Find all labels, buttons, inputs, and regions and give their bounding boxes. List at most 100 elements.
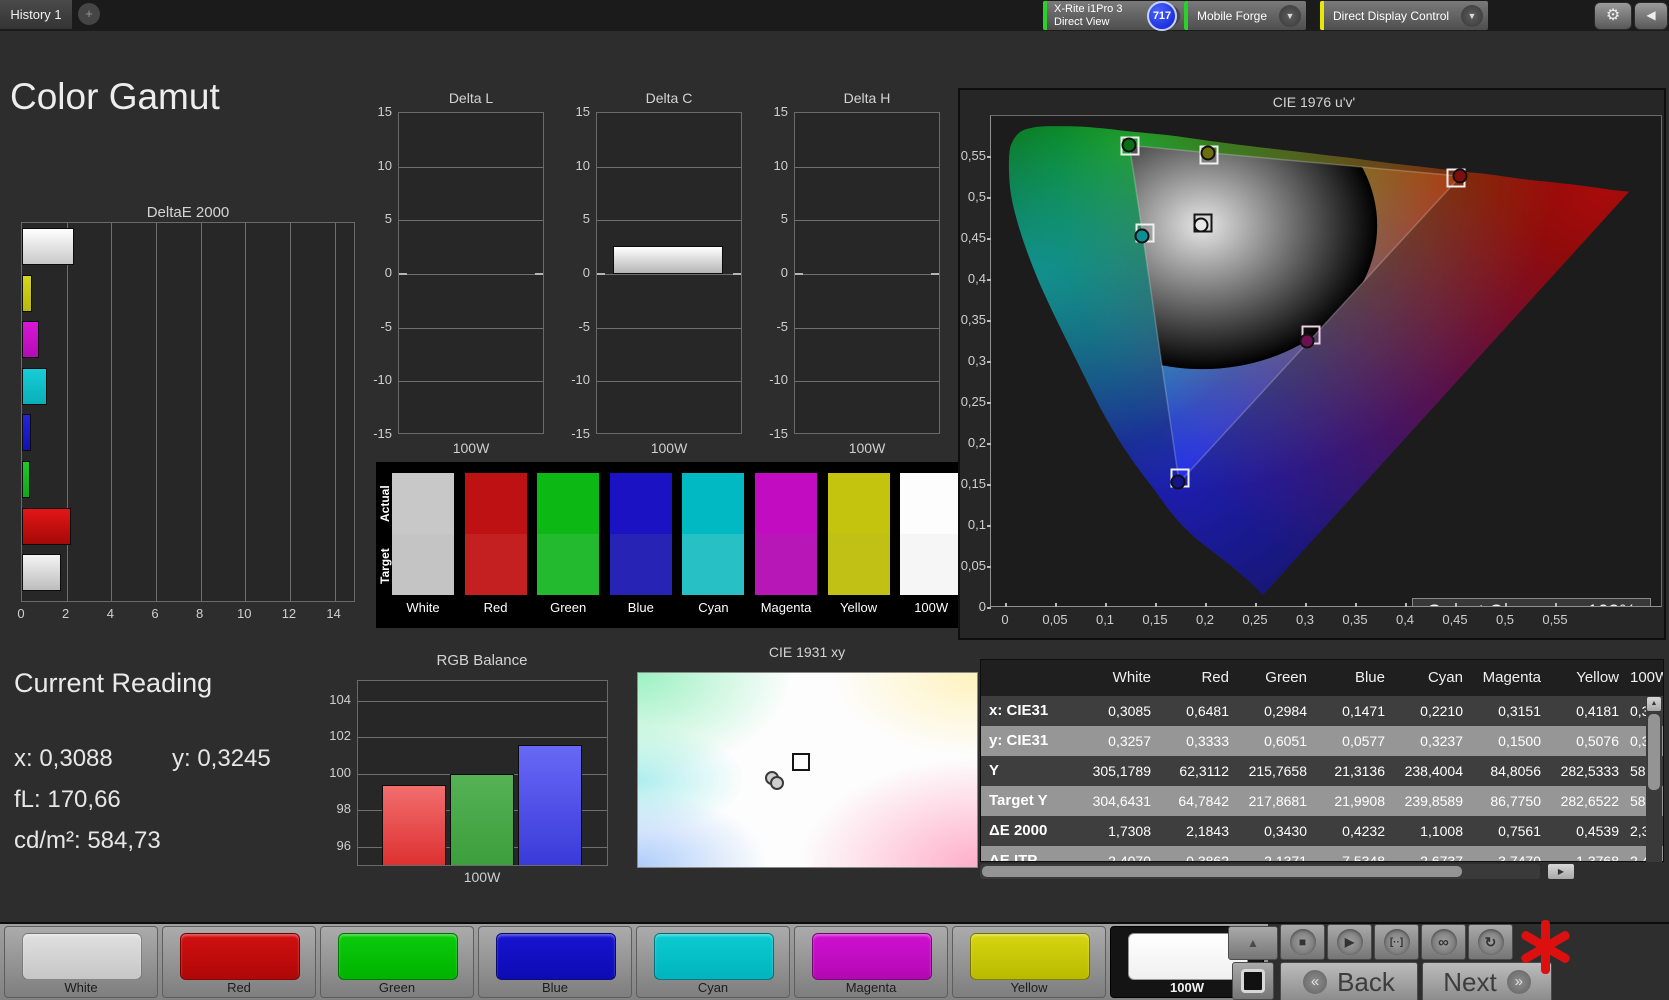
current-reading-title: Current Reading (14, 668, 213, 698)
source-dropdown[interactable]: Mobile Forge ▼ (1184, 1, 1306, 30)
single-measure-button[interactable]: [··] (1374, 924, 1419, 960)
tab-history[interactable]: History 1 (0, 0, 72, 29)
pattern-button-red[interactable]: Red (162, 926, 316, 998)
vertical-scroll-thumb[interactable] (1648, 714, 1660, 790)
pattern-window-button[interactable] (1232, 962, 1274, 1000)
table-cell: 7,5348 (1342, 853, 1385, 862)
gridline (111, 223, 113, 601)
pattern-button-yellow[interactable]: Yellow (952, 926, 1106, 998)
pattern-button-white[interactable]: White (4, 926, 158, 998)
continuous-measure-button[interactable]: ∞ (1421, 924, 1466, 960)
pattern-button-magenta[interactable]: Magenta (794, 926, 948, 998)
x-tick-label: 6 (151, 606, 159, 621)
row-label: ΔE ITP (989, 852, 1038, 862)
table-row: Y 305,1789 62,3112 215,7658 21,3136 238,4004 8… (981, 756, 1663, 786)
table-vertical-scrollbar[interactable]: ▲ (1646, 696, 1662, 862)
deltae-bar-red (22, 507, 71, 545)
pattern-swatch (180, 933, 300, 980)
add-tab-button[interactable]: + (78, 3, 100, 25)
cie1976-x-tick: 0,45 (1442, 612, 1468, 627)
rgb-y-tick: 100 (329, 764, 351, 780)
pattern-up-button[interactable]: ▲ (1228, 926, 1278, 960)
table-cell: 304,6431 (1092, 793, 1151, 809)
x-tick-label: 12 (281, 606, 297, 621)
tick (987, 607, 991, 609)
pattern-button-label: Yellow (1010, 980, 1048, 995)
stop-button[interactable]: ■ (1280, 924, 1325, 960)
swatch-white (392, 473, 454, 595)
play-button[interactable]: ▶ (1327, 924, 1372, 960)
chevron-left-icon: « (1303, 970, 1328, 994)
gridline (155, 223, 157, 601)
swatch-green (537, 473, 600, 595)
gear-icon[interactable]: ⚙ (1594, 2, 1632, 30)
cie1976-x-tick: 0,3 (1295, 612, 1315, 627)
gridline (399, 274, 543, 275)
scroll-right-icon[interactable]: ▶ (1548, 864, 1574, 879)
pattern-button-blue[interactable]: Blue (478, 926, 632, 998)
refresh-button[interactable]: ↻ (1468, 924, 1513, 960)
table-cell: 0,3085 (1108, 703, 1151, 719)
tick (987, 238, 991, 240)
x-tick-label: 4 (106, 606, 114, 621)
table-cell: 305,1789 (1092, 763, 1151, 779)
delta-h-chart (794, 112, 940, 434)
white-measured-marker (1193, 217, 1209, 233)
back-button[interactable]: « Back (1280, 962, 1418, 1000)
pattern-button-green[interactable]: Green (320, 926, 474, 998)
zero-tick (535, 273, 543, 275)
deltae-bar-white (22, 554, 61, 592)
triangle-up-icon: ▲ (1247, 936, 1259, 950)
y-tick-label: 5 (582, 211, 590, 227)
meter-dropdown-label: X-Rite i1Pro 3 Direct View (1054, 2, 1123, 28)
pattern-button-cyan[interactable]: Cyan (636, 926, 790, 998)
cie1976-x-tick: 0 (1001, 612, 1009, 627)
swatch-label: Magenta (760, 600, 812, 615)
y-tick-label: 5 (384, 211, 392, 227)
swatch-label: 100W (914, 600, 949, 615)
page-title: Color Gamut (10, 76, 220, 117)
reading-fl: fL: 170,66 (14, 786, 121, 813)
table-cell: 0,2210 (1420, 703, 1463, 719)
meter-count-badge: 717 (1147, 1, 1177, 31)
gridline (795, 220, 939, 222)
y-tick-label: 10 (575, 157, 590, 173)
deltae-bar-green (22, 461, 30, 498)
table-cell: 0,3430 (1264, 823, 1307, 839)
x-tick-label: 0 (17, 606, 25, 621)
zero-tick (795, 273, 803, 275)
swatch-actual (464, 473, 527, 534)
swatch-100w (900, 473, 963, 595)
table-cell: 2,4070 (1108, 853, 1151, 862)
table-cell: 0,3257 (1108, 733, 1151, 749)
table-cell: 0,0577 (1342, 733, 1385, 749)
zero-tick (597, 273, 605, 275)
cie1976-x-tick: 0,15 (1142, 612, 1168, 627)
scroll-up-icon[interactable]: ▲ (1647, 697, 1661, 711)
pattern-bar: White Red Green Blue Cyan Magenta Yellow 100W ▲… (0, 922, 1669, 1000)
tick (1105, 603, 1107, 607)
swatch-actual (755, 473, 817, 534)
cie1976-x-tick: 0,5 (1495, 612, 1515, 627)
deltae-bar-cyan (22, 367, 47, 405)
swatch-label: Cyan (698, 600, 729, 615)
gridline (795, 274, 939, 275)
column-header: Blue (1354, 669, 1385, 686)
table-cell: 86,7750 (1490, 793, 1541, 809)
collapse-panel-icon[interactable]: ◀ (1634, 2, 1668, 30)
tick (1155, 603, 1157, 607)
pattern-button-label: Blue (541, 980, 569, 995)
table-horizontal-scrollbar[interactable] (980, 864, 1540, 879)
horizontal-scroll-thumb[interactable] (982, 866, 1462, 877)
table-cell: 0,4232 (1342, 823, 1385, 839)
session-asterisk-icon[interactable] (1516, 918, 1574, 976)
gridline (399, 381, 543, 383)
workflow-dropdown[interactable]: Direct Display Control ▼ (1320, 1, 1488, 30)
swatch-actual (392, 473, 454, 534)
tick (987, 484, 991, 486)
refresh-icon: ↻ (1477, 929, 1504, 955)
tick (987, 197, 991, 199)
y-tick-label: 0 (384, 265, 392, 280)
tick (987, 320, 991, 322)
pattern-button-label: White (64, 980, 98, 995)
